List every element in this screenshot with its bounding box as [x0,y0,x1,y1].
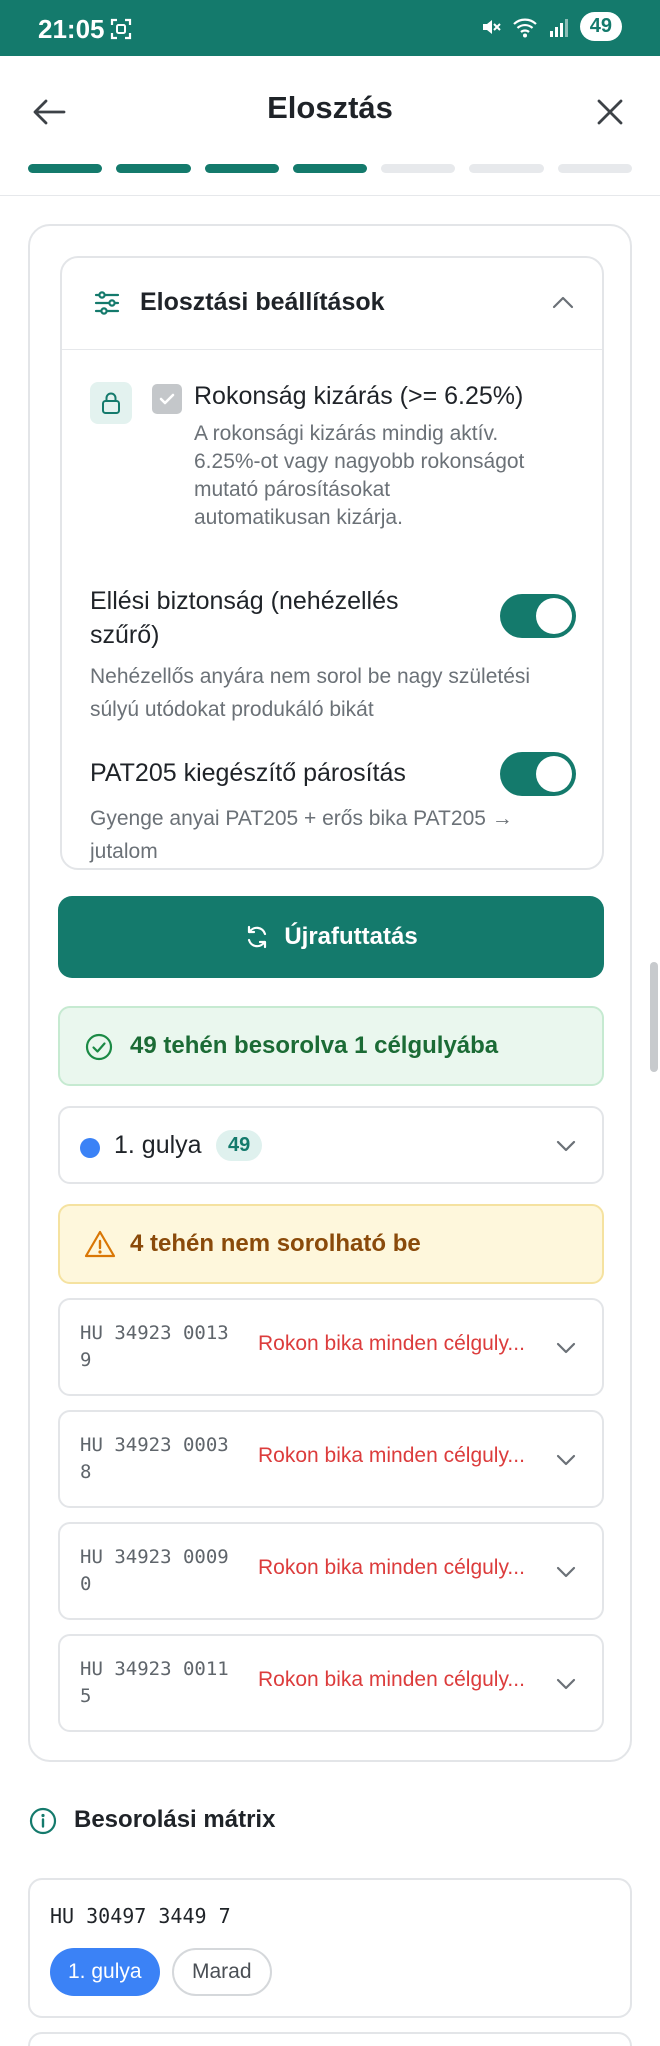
cow-id: HU 34923 0011 5 [80,1658,229,1707]
excluded-cow-row[interactable]: HU 34923 0009 0 Rokon bika minden célgul… [58,1522,604,1620]
warning-triangle-icon [84,1230,116,1258]
herd-color-dot [80,1138,100,1158]
close-icon[interactable] [590,92,630,132]
rerun-label: Újrafuttatás [284,923,418,950]
stay-option-chip[interactable]: Marad [172,1948,272,1996]
kinship-desc-line: mutató párosításokat [194,478,391,501]
scrollbar-thumb[interactable] [650,962,658,1072]
settings-header[interactable]: Elosztási beállítások [62,258,602,350]
allocation-card: Elosztási beállítások Rokonság kizárás (… [28,224,632,1762]
chevron-down-icon[interactable] [554,1134,578,1158]
progress-step [116,164,191,173]
refresh-icon [248,925,267,949]
lock-badge [90,382,132,424]
exclusion-reason: Rokon bika minden célguly... [258,1556,525,1579]
pat205-description: Gyenge anyai PAT205 + erős bika PAT205 →… [90,802,580,868]
screen-record-icon [110,18,132,40]
status-time: 21:05 [38,14,105,44]
herd-option-chip[interactable]: 1. gulya [50,1948,160,1996]
warning-banner: 4 tehén nem sorolható be [58,1204,604,1284]
matrix-row [28,2032,632,2046]
calving-safety-description: Nehézellős anyára nem sorol be nagy szül… [90,660,580,726]
progress-step [204,164,279,173]
calving-title-line: szűrő) [90,621,160,649]
excluded-cow-row[interactable]: HU 34923 0011 5 Rokon bika minden célgul… [58,1634,604,1732]
progress-step [557,164,632,173]
progress-step [381,164,456,173]
check-circle-icon [85,1033,113,1061]
toggle-knob [536,598,572,634]
success-text: 49 tehén besorolva 1 célgulyába [130,1032,499,1059]
settings-title: Elosztási beállítások [140,288,385,316]
progress-step [469,164,544,173]
chevron-down-icon[interactable] [554,1448,578,1472]
kinship-desc-line: A rokonsági kizárás mindig aktív. [194,422,499,445]
kinship-title: Rokonság kizárás (>= 6.25%) [194,382,524,410]
chevron-up-icon[interactable] [550,290,576,316]
wifi-icon [512,18,537,37]
pat205-desc-line: jutalom [90,840,158,863]
chevron-down-icon[interactable] [554,1672,578,1696]
herd-count-badge: 49 [216,1130,263,1161]
exclusion-reason: Rokon bika minden célguly... [258,1444,525,1467]
calving-safety-title: Ellési biztonság (nehézellés szűrő) [90,584,399,652]
kinship-desc-line: 6.25%-ot vagy nagyobb rokonságot [194,450,525,473]
page-title: Elosztás [267,90,393,125]
battery-indicator: 49 [579,12,622,41]
step-progress [28,164,632,173]
cow-id: HU 34923 0013 9 [80,1322,229,1371]
exclusion-reason: Rokon bika minden célguly... [258,1332,525,1355]
status-bar: 21:05 49 [0,0,660,56]
kinship-desc-line: automatikusan kizárja. [194,506,403,529]
info-icon [29,1807,57,1835]
rerun-button[interactable]: Újrafuttatás [58,896,604,978]
calving-desc-line: Nehézellős anyára nem sorol be nagy szül… [90,665,531,688]
progress-step [28,164,103,173]
excluded-cow-row[interactable]: HU 34923 0003 8 Rokon bika minden célgul… [58,1410,604,1508]
calving-title-line: Ellési biztonság (nehézellés [90,587,399,615]
lock-icon [102,392,120,414]
progress-step [292,164,368,173]
toggle-knob [536,756,572,792]
calving-safety-toggle[interactable] [500,594,576,638]
matrix-title: Besorolási mátrix [74,1806,276,1833]
excluded-cow-row[interactable]: HU 34923 0013 9 Rokon bika minden célgul… [58,1298,604,1396]
pat205-desc-line: Gyenge anyai PAT205 + erős bika PAT205 → [90,807,513,830]
warning-text: 4 tehén nem sorolható be [130,1230,421,1257]
settings-panel: Elosztási beállítások Rokonság kizárás (… [60,256,604,870]
calving-desc-line: súlyú utódokat produkáló bikát [90,698,374,721]
status-icons: 49 [480,12,622,41]
chevron-down-icon[interactable] [554,1560,578,1584]
sliders-icon [94,291,120,315]
exclusion-reason: Rokon bika minden célguly... [258,1668,525,1691]
herd-name: 1. gulya [114,1131,202,1159]
pat205-title: PAT205 kiegészítő párosítás [90,759,406,787]
signal-icon [549,18,568,37]
kinship-checkbox [152,384,182,414]
chevron-down-icon[interactable] [554,1336,578,1360]
success-banner: 49 tehén besorolva 1 célgulyába [58,1006,604,1086]
cow-id: HU 34923 0009 0 [80,1546,229,1595]
matrix-row: HU 30497 3449 7 1. gulya Marad [28,1878,632,2018]
mute-icon [482,19,501,34]
check-icon [159,393,175,405]
cow-id: HU 34923 0003 8 [80,1434,229,1483]
app-header: Elosztás [0,56,660,196]
pat205-toggle[interactable] [500,752,576,796]
herd-row[interactable]: 1. gulya 49 [58,1106,604,1184]
matrix-cow-id: HU 30497 3449 7 [50,1904,231,1928]
kinship-description: A rokonsági kizárás mindig aktív. 6.25%-… [194,420,584,532]
